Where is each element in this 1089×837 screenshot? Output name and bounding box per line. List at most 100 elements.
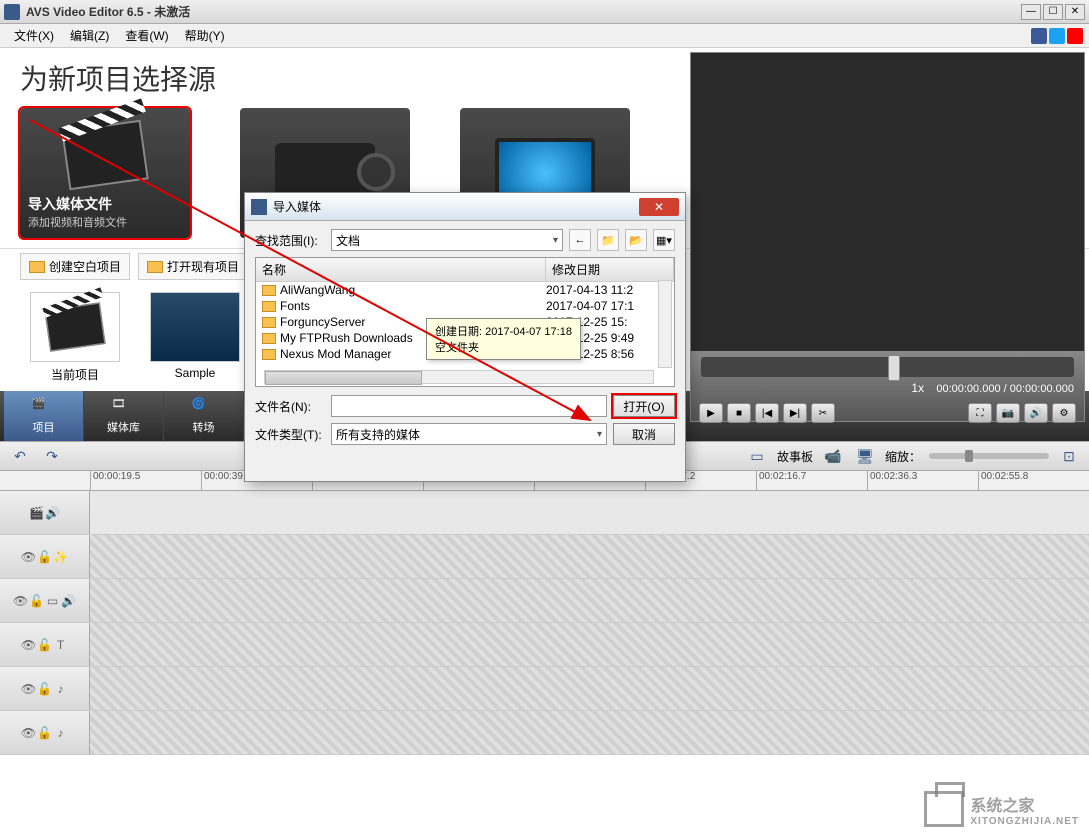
view-menu-button[interactable]: ▦▾: [653, 229, 675, 251]
dialog-titlebar[interactable]: 导入媒体 ✕: [245, 193, 685, 221]
undo-button[interactable]: ↶: [8, 446, 32, 466]
open-existing-project-button[interactable]: 打开现有项目: [138, 253, 248, 280]
video-track[interactable]: 🎬 🔊: [0, 491, 1089, 535]
snapshot-button[interactable]: 📷: [996, 403, 1020, 423]
watermark-sub: XITONGZHIJIA.NET: [970, 816, 1079, 827]
project-tab-icon: 🎬: [32, 397, 56, 417]
redo-button[interactable]: ↷: [40, 446, 64, 466]
file-name: ForguncyServer: [280, 315, 365, 329]
up-folder-button[interactable]: 📁: [597, 229, 619, 251]
dialog-close-button[interactable]: ✕: [639, 198, 679, 216]
zoom-fit-button[interactable]: ⊡: [1057, 446, 1081, 466]
import-media-dialog: 导入媒体 ✕ 查找范围(I): 文档 ← 📁 📂 ▦▾ 名称 修改日期 AliW…: [244, 192, 686, 482]
file-name: Fonts: [280, 299, 310, 313]
eye-icon[interactable]: 👁: [22, 726, 36, 740]
eye-icon[interactable]: 👁: [22, 550, 36, 564]
effects-track[interactable]: 👁 🔓 ✨: [0, 535, 1089, 579]
file-list-hscrollbar[interactable]: [264, 370, 654, 384]
lookin-dropdown[interactable]: 文档: [331, 229, 563, 251]
storyboard-label[interactable]: 故事板: [777, 448, 813, 465]
close-button[interactable]: ✕: [1065, 4, 1085, 20]
audio-track-2[interactable]: 👁 🔓 ♪: [0, 711, 1089, 755]
tab-project[interactable]: 🎬 项目: [4, 391, 84, 441]
effects-track-head: 👁 🔓 ✨: [0, 535, 90, 578]
file-row[interactable]: AliWangWang2017-04-13 11:2: [256, 282, 674, 298]
filetype-value: 所有支持的媒体: [336, 426, 420, 443]
timeline-tracks: 🎬 🔊 👁 🔓 ✨ 👁 🔓 ▭ 🔊 👁 🔓 T 👁 🔓: [0, 491, 1089, 755]
filetype-label: 文件类型(T):: [255, 426, 325, 443]
lock-icon[interactable]: 🔓: [30, 594, 44, 608]
audio-track[interactable]: 👁 🔓 ♪: [0, 667, 1089, 711]
filename-input[interactable]: [331, 395, 607, 417]
file-row[interactable]: Fonts 2017-04-07 17:1: [256, 298, 674, 314]
tab-transition[interactable]: 🌀 转场: [164, 391, 244, 441]
window-title: AVS Video Editor 6.5 - 未激活: [26, 3, 1021, 20]
lock-icon[interactable]: 🔓: [38, 682, 52, 696]
ruler-mark: 00:02:36.3: [867, 471, 978, 490]
youtube-icon[interactable]: [1067, 28, 1083, 44]
new-folder-button[interactable]: 📂: [625, 229, 647, 251]
zoom-slider[interactable]: [929, 453, 1049, 459]
dialog-title: 导入媒体: [273, 198, 639, 215]
cancel-button[interactable]: 取消: [613, 423, 675, 445]
tab-media-label: 媒体库: [107, 419, 140, 435]
settings-button[interactable]: ⚙: [1052, 403, 1076, 423]
stop-button[interactable]: ■: [727, 403, 751, 423]
import-media-tile[interactable]: 导入媒体文件 添加视频和音频文件: [20, 108, 190, 238]
column-date[interactable]: 修改日期: [546, 258, 674, 281]
sample-thumb[interactable]: Sample: [150, 292, 240, 383]
text-track[interactable]: 👁 🔓 T: [0, 623, 1089, 667]
clapperboard-icon: 🎬: [30, 506, 44, 520]
timeline-view-button[interactable]: ▭: [745, 446, 769, 466]
eye-icon[interactable]: 👁: [14, 594, 28, 608]
menu-edit[interactable]: 编辑(Z): [62, 25, 117, 46]
lock-icon[interactable]: 🔓: [38, 726, 52, 740]
facebook-icon[interactable]: [1031, 28, 1047, 44]
overlay-track-head: 👁 🔓 ▭ 🔊: [0, 579, 90, 622]
filetype-dropdown[interactable]: 所有支持的媒体: [331, 423, 607, 445]
play-button[interactable]: ▶: [699, 403, 723, 423]
text-track-head: 👁 🔓 T: [0, 623, 90, 666]
preview-seek-slider[interactable]: [701, 357, 1074, 377]
webcam-button[interactable]: 📹: [821, 446, 845, 466]
current-project-thumb[interactable]: 当前项目: [30, 292, 120, 383]
clapperboard-icon: [61, 120, 149, 191]
column-name[interactable]: 名称: [256, 258, 546, 281]
folder-icon: [262, 301, 276, 312]
tab-media-library[interactable]: 🎞 媒体库: [84, 391, 164, 441]
overlay-track[interactable]: 👁 🔓 ▭ 🔊: [0, 579, 1089, 623]
minimize-button[interactable]: —: [1021, 4, 1041, 20]
back-button[interactable]: ←: [569, 229, 591, 251]
blank-project-icon: [29, 261, 45, 273]
tab-project-label: 项目: [33, 419, 55, 435]
file-name: My FTPRush Downloads: [280, 331, 413, 345]
menu-file[interactable]: 文件(X): [6, 25, 62, 46]
next-frame-button[interactable]: ▶|: [783, 403, 807, 423]
create-blank-project-button[interactable]: 创建空白项目: [20, 253, 130, 280]
file-date: 2017-04-13 11:2: [546, 283, 674, 297]
volume-button[interactable]: 🔊: [1024, 403, 1048, 423]
file-date: 2017-04-07 17:1: [546, 299, 674, 313]
fx-icon: ✨: [54, 550, 68, 564]
menu-view[interactable]: 查看(W): [117, 25, 176, 46]
menu-help[interactable]: 帮助(Y): [177, 25, 233, 46]
tooltip-line1: 创建日期: 2017-04-07 17:18: [435, 323, 572, 339]
lock-icon[interactable]: 🔓: [38, 550, 52, 564]
audio-icon: ♪: [54, 726, 68, 740]
preview-panel: 1x 00:00:00.000 / 00:00:00.000 ▶ ■ |◀ ▶|…: [690, 52, 1085, 422]
monitor-button[interactable]: 🖥: [853, 446, 877, 466]
prev-frame-button[interactable]: |◀: [755, 403, 779, 423]
maximize-button[interactable]: ☐: [1043, 4, 1063, 20]
file-list-vscrollbar[interactable]: [658, 280, 672, 368]
tooltip-line2: 空文件夹: [435, 339, 572, 355]
open-button[interactable]: 打开(O): [613, 395, 675, 417]
create-blank-label: 创建空白项目: [49, 258, 121, 275]
twitter-icon[interactable]: [1049, 28, 1065, 44]
file-name: Nexus Mod Manager: [280, 347, 391, 361]
eye-icon[interactable]: 👁: [22, 682, 36, 696]
fullscreen-button[interactable]: ⛶: [968, 403, 992, 423]
eye-icon[interactable]: 👁: [22, 638, 36, 652]
lock-icon[interactable]: 🔓: [38, 638, 52, 652]
split-button[interactable]: ✂: [811, 403, 835, 423]
ruler-mark: 00:02:55.8: [978, 471, 1089, 490]
